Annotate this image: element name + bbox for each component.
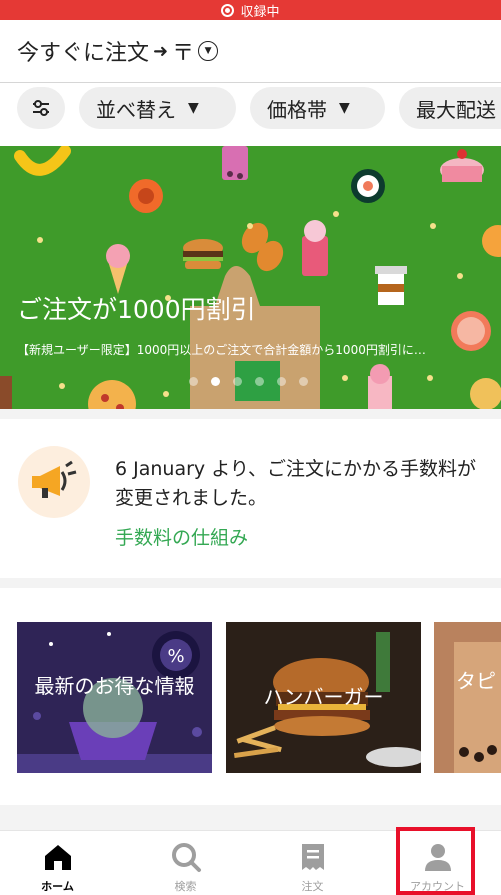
chevron-down-icon: ▼ xyxy=(339,100,350,116)
price-label: 価格帯 xyxy=(267,97,327,122)
category-card-deals[interactable]: % 最新のお得な情報 xyxy=(17,622,212,773)
record-icon xyxy=(221,3,235,17)
person-icon xyxy=(424,844,451,871)
tab-label: アカウント xyxy=(410,880,465,893)
recording-label: 収録中 xyxy=(240,4,280,20)
delivery-time[interactable]: 今すぐに注文 xyxy=(17,35,149,67)
banner-pagination xyxy=(189,377,308,386)
tab-label: 注文 xyxy=(301,880,324,893)
section-divider xyxy=(0,409,501,419)
delivery-location[interactable]: 〒 xyxy=(172,35,194,67)
filter-bar: 並べ替え ▼ 価格帯 ▼ 最大配送 xyxy=(0,87,501,131)
bottom-tab-bar: ホーム 検索 注文 アカウント xyxy=(0,830,501,895)
tab-label: 検索 xyxy=(174,880,197,893)
category-label: タピ xyxy=(456,669,496,693)
notice-text: 6 January より、ご注文にかかる手数料が変更されました。 xyxy=(115,458,477,509)
tab-home[interactable]: ホーム xyxy=(0,831,120,895)
fee-explanation-link[interactable]: 手数料の仕組み xyxy=(115,523,248,550)
megaphone-icon xyxy=(18,446,90,518)
category-card-tapioca[interactable]: タピ xyxy=(434,622,501,773)
tab-search[interactable]: 検索 xyxy=(123,831,248,895)
max-delivery-fee-button[interactable]: 最大配送 xyxy=(399,87,501,129)
category-card-burger[interactable]: ハンバーガー xyxy=(226,622,421,773)
banner-subtitle: 【新規ユーザー限定】1000円以上のご注文で合計金額から1000円割引に… xyxy=(17,343,426,357)
promo-banner[interactable]: ご注文が1000円割引 【新規ユーザー限定】1000円以上のご注文で合計金額から… xyxy=(0,146,501,409)
delivery-header[interactable]: 今すぐに注文 ➜ 〒 ▼ xyxy=(0,20,501,82)
receipt-icon xyxy=(301,844,324,870)
pagination-dot[interactable] xyxy=(189,377,198,386)
header-divider xyxy=(0,82,501,83)
banner-title: ご注文が1000円割引 xyxy=(17,295,256,324)
arrow-icon: ➜ xyxy=(153,40,169,62)
filter-settings-button[interactable] xyxy=(17,87,65,129)
sliders-icon xyxy=(33,100,49,116)
pagination-dot[interactable] xyxy=(211,377,220,386)
category-label: 最新のお得な情報 xyxy=(34,674,195,698)
chevron-down-icon[interactable]: ▼ xyxy=(198,41,219,61)
category-label: ハンバーガー xyxy=(263,685,384,709)
sort-button[interactable]: 並べ替え ▼ xyxy=(79,87,236,129)
price-range-button[interactable]: 価格帯 ▼ xyxy=(250,87,385,129)
recording-status-bar: 収録中 xyxy=(0,0,501,20)
pagination-dot[interactable] xyxy=(299,377,308,386)
tab-orders[interactable]: 注文 xyxy=(250,831,375,895)
sort-label: 並べ替え xyxy=(96,97,176,122)
section-divider xyxy=(0,578,501,588)
chevron-down-icon: ▼ xyxy=(188,100,199,116)
home-icon xyxy=(44,845,71,870)
tab-account[interactable]: アカウント xyxy=(375,831,500,895)
section-divider xyxy=(0,805,501,830)
tab-label: ホーム xyxy=(41,880,74,893)
search-icon xyxy=(171,843,201,872)
banner-illustration xyxy=(0,146,501,409)
pagination-dot[interactable] xyxy=(255,377,264,386)
category-carousel: % 最新のお得な情報 ハンバーガー タピ xyxy=(0,622,501,774)
svg-text:%: % xyxy=(167,646,184,667)
fee-change-notice: 6 January より、ご注文にかかる手数料が変更されました。 手数料の仕組み xyxy=(0,419,501,578)
max-fee-label: 最大配送 xyxy=(416,97,496,122)
pagination-dot[interactable] xyxy=(277,377,286,386)
pagination-dot[interactable] xyxy=(233,377,242,386)
tapioca-photo xyxy=(434,622,501,773)
